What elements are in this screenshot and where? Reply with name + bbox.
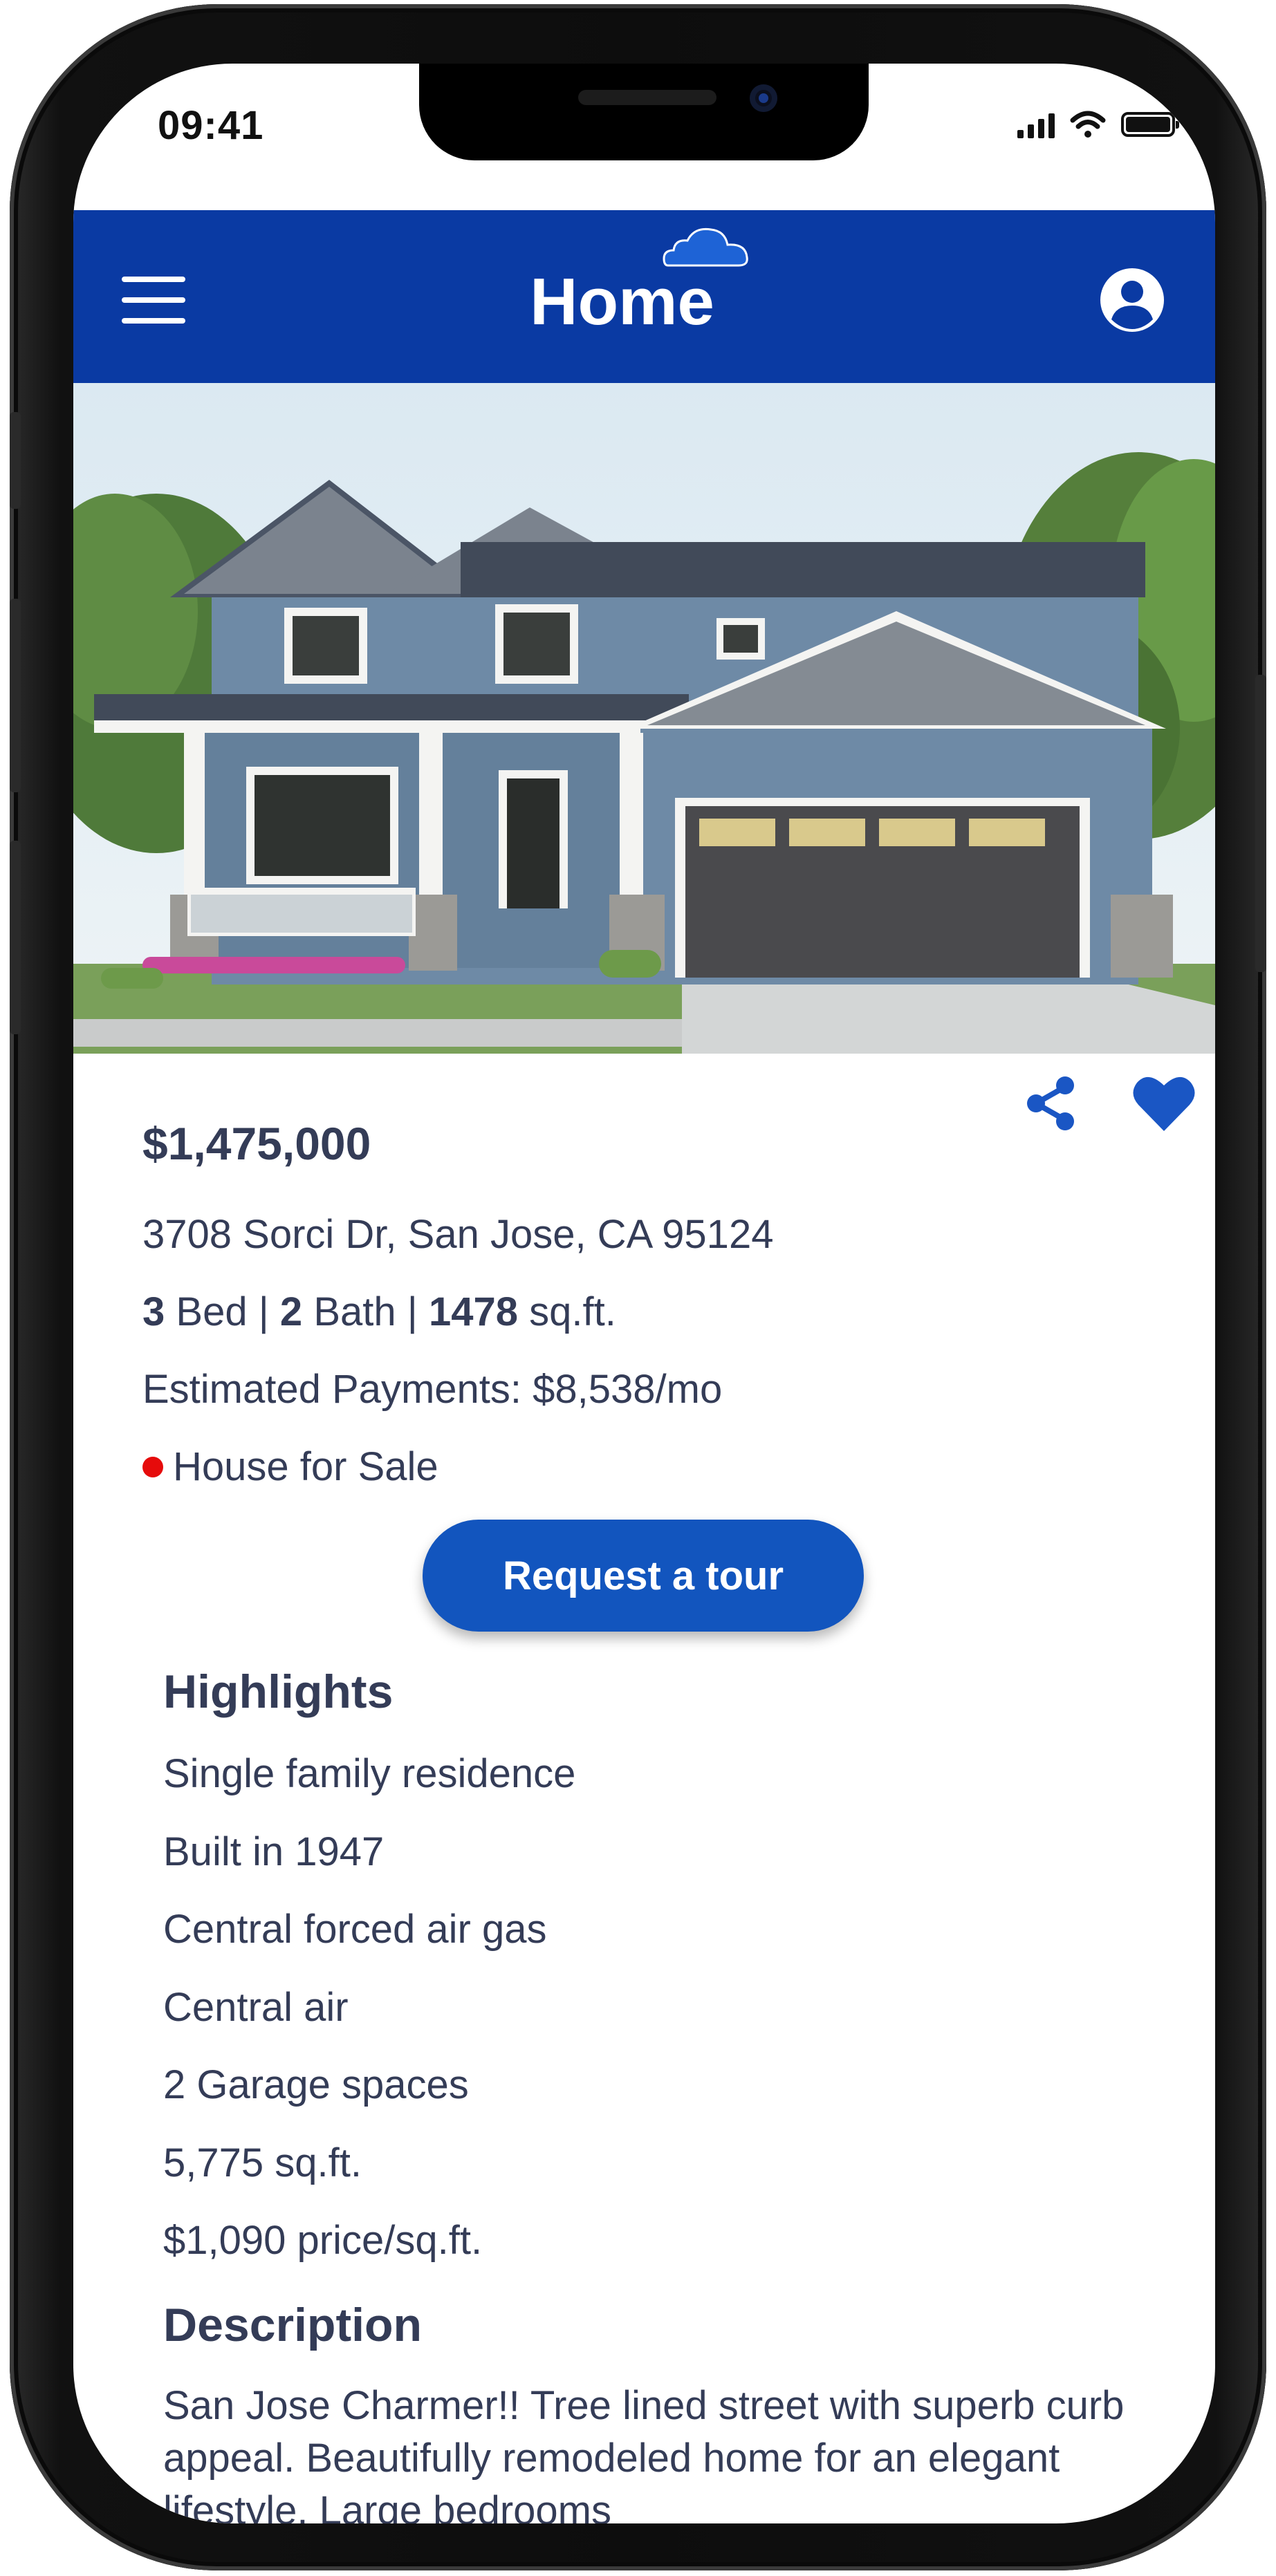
status-bar: 09:41 <box>73 64 1215 209</box>
sqft-count: 1478 <box>428 1289 518 1334</box>
list-item: 2 Garage spaces <box>163 2062 469 2107</box>
power-button <box>1255 675 1266 972</box>
baths-label: Bath <box>313 1289 396 1334</box>
phone-screen: 09:41 Home $1,475,000 3708 Sorci Dr, San… <box>73 64 1215 2523</box>
account-icon[interactable] <box>1099 267 1165 333</box>
status-time: 09:41 <box>158 103 264 148</box>
estimated-payments: Estimated Payments: $8,538/mo <box>142 1367 723 1412</box>
silent-switch <box>10 412 21 509</box>
share-icon[interactable] <box>1022 1074 1080 1132</box>
sqft-label: sq.ft. <box>529 1289 616 1334</box>
status-icons <box>1017 111 1179 138</box>
app-header: Home <box>73 210 1215 383</box>
page-title: Home <box>530 265 714 339</box>
list-item: Built in 1947 <box>163 1829 385 1874</box>
battery-icon <box>1121 112 1179 137</box>
listing-status: House for Sale <box>142 1444 438 1490</box>
listing-address: 3708 Sorci Dr, San Jose, CA 95124 <box>142 1212 774 1257</box>
listing-specs: 3 Bed | 2 Bath | 1478 sq.ft. <box>142 1289 616 1335</box>
spec-separator: | <box>258 1289 269 1334</box>
volume-down-button <box>10 841 21 1034</box>
speaker-grille <box>578 90 716 105</box>
cellular-signal-icon <box>1017 111 1055 138</box>
highlights-title: Highlights <box>163 1665 394 1718</box>
listing-price: $1,475,000 <box>142 1118 371 1169</box>
phone-frame: 09:41 Home $1,475,000 3708 Sorci Dr, San… <box>10 4 1266 2570</box>
front-camera <box>750 84 777 112</box>
volume-up-button <box>10 599 21 792</box>
description-text: San Jose Charmer!! Tree lined street wit… <box>163 2383 1125 2523</box>
spec-separator: | <box>407 1289 418 1334</box>
status-dot-icon <box>142 1456 163 1477</box>
list-item: 5,775 sq.ft. <box>163 2140 362 2185</box>
highlights-list: Single family residence Built in 1947 Ce… <box>163 1749 575 2294</box>
list-item: Single family residence <box>163 1751 576 1796</box>
beds-count: 3 <box>142 1289 165 1334</box>
request-tour-button[interactable]: Request a tour <box>423 1520 864 1632</box>
list-item: $1,090 price/sq.ft. <box>163 2218 483 2263</box>
beds-label: Bed <box>176 1289 248 1334</box>
house-photo[interactable] <box>73 383 1215 1054</box>
description-title: Description <box>163 2299 423 2351</box>
list-item: Central forced air gas <box>163 1907 547 1952</box>
heart-icon[interactable] <box>1131 1073 1196 1134</box>
notch <box>419 64 869 160</box>
status-label: House for Sale <box>173 1444 438 1489</box>
baths-count: 2 <box>279 1289 303 1334</box>
cloud-icon <box>663 227 748 267</box>
wifi-icon <box>1070 111 1106 138</box>
list-item: Central air <box>163 1984 349 2030</box>
